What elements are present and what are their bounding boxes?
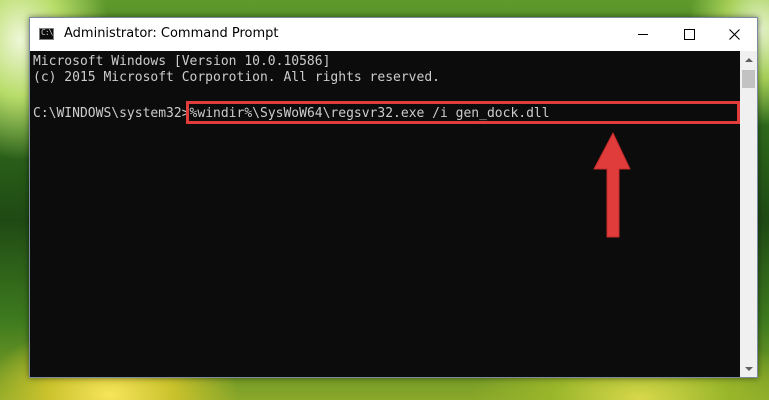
- close-icon: [728, 29, 740, 40]
- maximize-icon: [683, 29, 695, 40]
- copyright-line: (c) 2015 Microsoft Corporotion. All righ…: [33, 70, 440, 85]
- close-button[interactable]: [711, 18, 757, 51]
- minimize-button[interactable]: [620, 18, 666, 51]
- title-bar[interactable]: C:\ Administrator: Command Prompt: [30, 18, 757, 51]
- cmd-icon-label: C:\: [41, 28, 53, 37]
- version-line: Microsoft Windows [Version 10.0.10586]: [33, 54, 331, 69]
- prompt-text: C:\WINDOWS\system32>: [33, 106, 190, 121]
- window-title: Administrator: Command Prompt: [64, 26, 279, 41]
- command-prompt-window[interactable]: C:\ Administrator: Command Prompt Micros…: [29, 17, 758, 378]
- vertical-scrollbar[interactable]: [740, 51, 757, 377]
- chevron-up-icon: [744, 57, 753, 62]
- scroll-up-button[interactable]: [740, 51, 757, 68]
- console-output[interactable]: Microsoft Windows [Version 10.0.10586] (…: [30, 51, 740, 377]
- chevron-down-icon: [744, 366, 753, 371]
- cmd-icon: C:\: [39, 28, 54, 40]
- minimize-icon: [638, 34, 648, 35]
- scroll-down-button[interactable]: [740, 360, 757, 377]
- command-highlight-box: [186, 101, 740, 124]
- scrollbar-thumb[interactable]: [742, 70, 755, 88]
- desktop-background: { "window": { "title": "Administrator: C…: [0, 0, 769, 400]
- red-arrow-icon: [593, 132, 631, 238]
- maximize-button[interactable]: [666, 18, 712, 51]
